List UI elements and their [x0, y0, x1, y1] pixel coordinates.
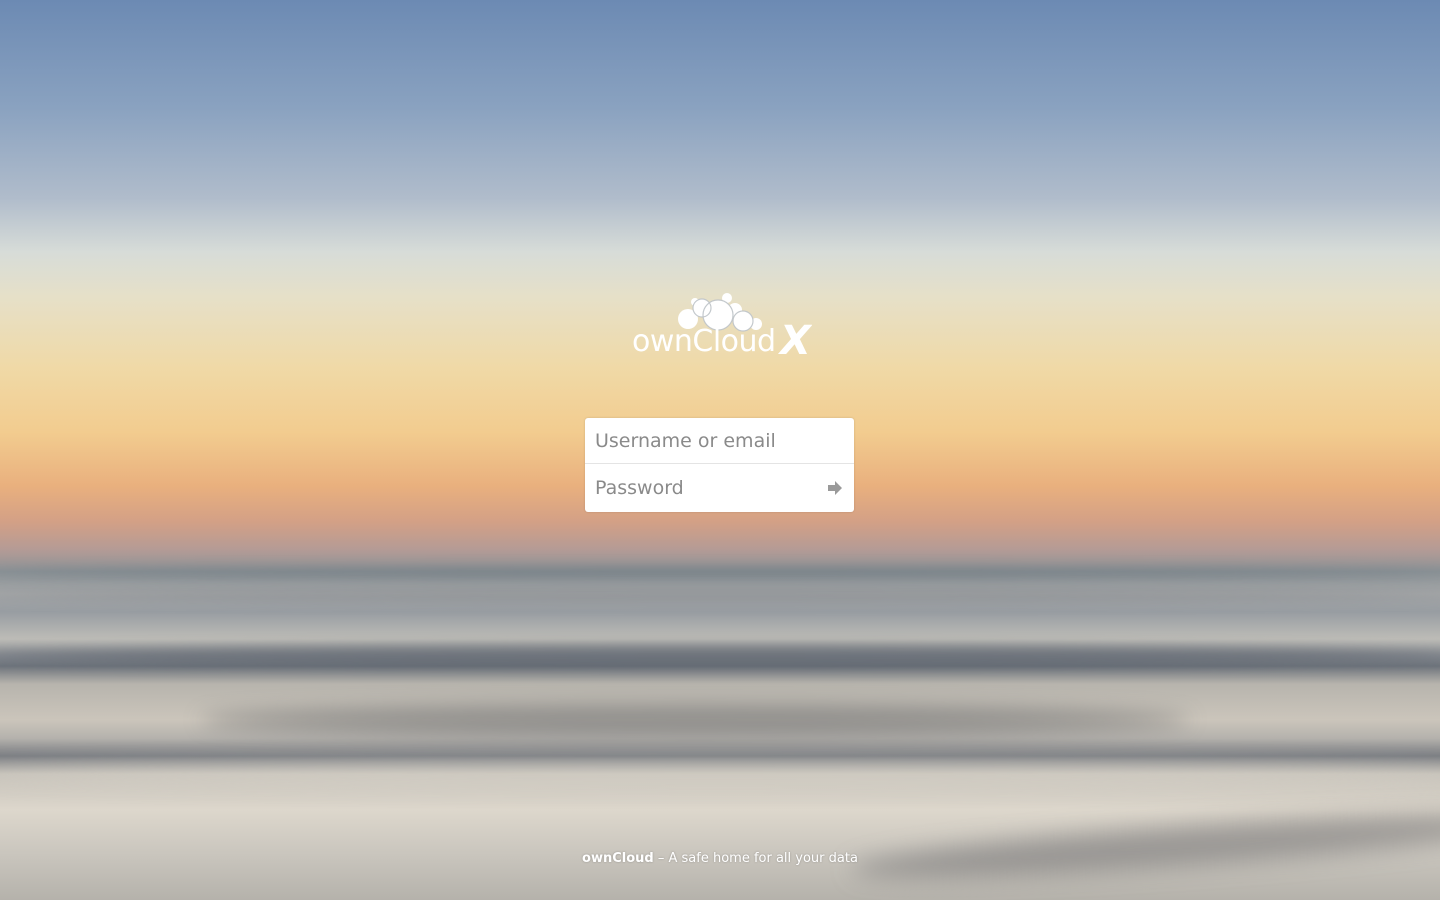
wave-band [849, 800, 1440, 890]
wave-band [0, 760, 1440, 786]
arrow-right-icon [828, 481, 842, 495]
login-form [585, 418, 854, 512]
logo-edition: X [777, 318, 812, 360]
wave-band [0, 588, 1440, 602]
password-input[interactable] [585, 465, 854, 511]
wave-band [0, 645, 1440, 667]
login-page: ownCloud X ownCloud – A safe home for al… [0, 0, 1440, 900]
username-input[interactable] [585, 418, 854, 464]
footer-tagline: A safe home for all your data [668, 851, 858, 866]
footer-separator: – [653, 851, 669, 866]
footer-brand: ownCloud [582, 851, 654, 866]
footer: ownCloud – A safe home for all your data [0, 851, 1440, 866]
logo-wordmark: ownCloud [632, 324, 776, 359]
wave-band [0, 568, 1440, 578]
login-submit-button[interactable] [826, 480, 844, 496]
cloud-icon: ownCloud X [632, 293, 812, 360]
owncloud-logo: ownCloud X [630, 284, 812, 360]
wave-band [200, 705, 1190, 735]
